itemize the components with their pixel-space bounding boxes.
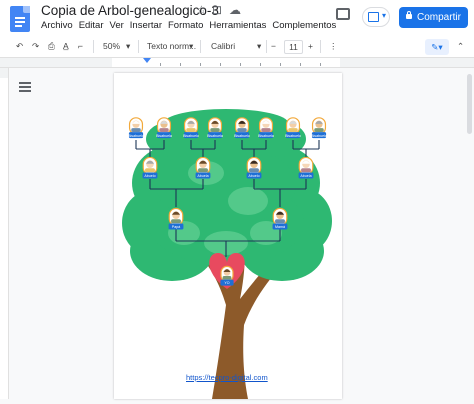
chevron-down-icon: ▾ <box>382 11 387 20</box>
family-member-great-grandparent-4: Bisabuela <box>207 117 223 139</box>
family-member-grandparent-3: Abuelo <box>246 156 262 179</box>
present-button[interactable]: ▾ <box>362 7 390 27</box>
name-label: Abuela <box>197 174 208 178</box>
zoom-select[interactable]: 50% <box>103 36 120 57</box>
chevron-down-icon: ▾ <box>257 41 262 51</box>
menu-herramientas[interactable]: Herramientas <box>209 20 266 31</box>
menu-bar: Archivo Editar Ver Insertar Formato Herramien… <box>41 20 342 31</box>
name-label: Bisabuelo <box>128 134 144 138</box>
family-member-great-grandparent-6: Bisabuela <box>258 117 274 139</box>
vertical-scrollbar[interactable] <box>465 68 474 399</box>
move-to-folder-icon[interactable]: ⊡ <box>212 3 222 17</box>
document-outline-icon[interactable] <box>19 82 31 94</box>
name-label: Papá <box>172 225 180 229</box>
toolbar: ↶ ↷ ⎙ A̲ ⌐ 50% ▾ Texto norm... ▾ Calibri… <box>0 36 474 58</box>
name-label: Abuela <box>300 174 311 178</box>
family-member-great-grandparent-1: Bisabuelo <box>128 117 144 139</box>
family-member-grandparent-1: Abuelo <box>142 156 158 179</box>
name-label: Bisabuela <box>156 134 172 138</box>
menu-ver[interactable]: Ver <box>110 20 124 31</box>
redo-icon[interactable]: ↷ <box>32 36 39 57</box>
more-options-icon[interactable]: ⋮ <box>329 36 338 57</box>
paint-format-icon[interactable]: ⌐ <box>78 36 83 57</box>
horizontal-ruler <box>0 58 474 68</box>
menu-insertar[interactable]: Insertar <box>130 20 162 31</box>
family-member-great-grandparent-8: Bisabuela <box>311 117 327 139</box>
name-label: Abuelo <box>144 174 155 178</box>
document-title[interactable]: Copia de Arbol-genealogico-3 <box>41 3 219 18</box>
editing-mode-button[interactable]: ✎▾ <box>425 39 449 55</box>
document-page: Bisabuelo Bisabuela Bisabuelo Bisabuela Bisa… <box>114 73 342 399</box>
chevron-down-icon: ▾ <box>126 41 131 51</box>
menu-editar[interactable]: Editar <box>79 20 104 31</box>
name-label: Bisabuelo <box>183 134 199 138</box>
family-member-great-grandparent-2: Bisabuela <box>156 117 172 139</box>
name-label: Bisabuela <box>258 134 274 138</box>
spellcheck-icon[interactable]: A̲ <box>63 36 69 57</box>
font-select[interactable]: Calibri <box>211 36 235 57</box>
vertical-ruler <box>0 68 9 399</box>
pencil-icon: ✎▾ <box>431 42 443 52</box>
tecpro-link[interactable]: https://tecpro-digital.com <box>186 373 268 382</box>
increase-font-size-icon[interactable]: + <box>308 36 313 57</box>
menu-complementos[interactable]: Complementos <box>272 20 336 31</box>
collapse-toolbar-icon[interactable]: ⌃ <box>457 36 464 57</box>
family-member-parent-2: Mamá <box>272 207 288 230</box>
font-size-input[interactable]: 11 <box>284 40 303 54</box>
star-icon[interactable]: ☆ <box>196 3 207 17</box>
name-label: YO <box>224 281 229 285</box>
menu-formato[interactable]: Formato <box>168 20 203 31</box>
family-member-parent-1: Papá <box>168 207 184 230</box>
lock-icon <box>406 11 412 19</box>
family-tree-illustration: Bisabuelo Bisabuela Bisabuelo Bisabuela Bisa… <box>122 109 332 399</box>
share-button[interactable]: Compartir <box>399 7 468 28</box>
indent-marker[interactable] <box>143 58 151 63</box>
google-docs-icon[interactable] <box>10 6 30 32</box>
family-member-great-grandparent-7: Bisabuelo <box>285 117 301 139</box>
family-member-me: YO <box>220 265 234 286</box>
chevron-down-icon: ▾ <box>189 41 194 51</box>
family-member-great-grandparent-5: Bisabuelo <box>234 117 250 139</box>
name-label: Bisabuela <box>207 134 223 138</box>
cloud-status-icon[interactable]: ☁ <box>229 3 241 17</box>
name-label: Bisabuelo <box>285 134 301 138</box>
undo-icon[interactable]: ↶ <box>16 36 23 57</box>
name-label: Bisabuelo <box>234 134 250 138</box>
decrease-font-size-icon[interactable]: − <box>271 36 276 57</box>
family-member-great-grandparent-3: Bisabuelo <box>183 117 199 139</box>
present-icon <box>368 12 379 22</box>
family-member-grandparent-4: Abuela <box>298 156 314 179</box>
name-label: Mamá <box>275 225 285 229</box>
comment-history-icon[interactable] <box>336 8 350 20</box>
family-member-grandparent-2: Abuela <box>195 156 211 179</box>
docs-header: Copia de Arbol-genealogico-3 ☆ ⊡ ☁ Archi… <box>0 0 474 36</box>
print-icon[interactable]: ⎙ <box>48 36 55 57</box>
share-label: Compartir <box>417 12 461 23</box>
name-label: Abuelo <box>248 174 259 178</box>
menu-archivo[interactable]: Archivo <box>41 20 73 31</box>
name-label: Bisabuela <box>311 134 327 138</box>
tree-shape <box>122 109 332 399</box>
